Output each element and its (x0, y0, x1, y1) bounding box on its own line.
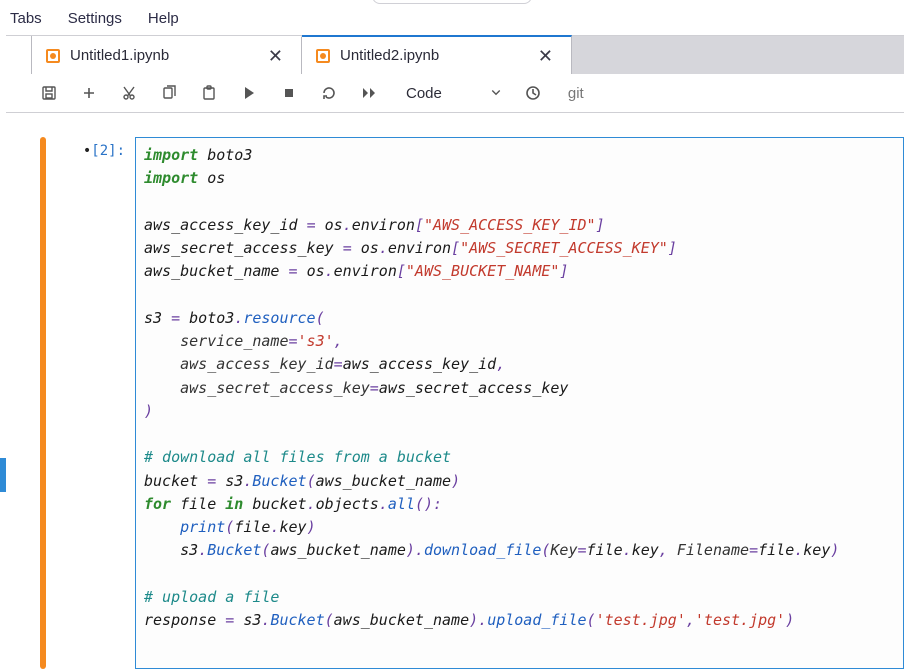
stop-button[interactable] (280, 84, 298, 102)
kernel-status-icon[interactable] (524, 84, 542, 102)
notebook-workspace: •[2]: import boto3 import os aws_access_… (6, 113, 904, 669)
run-button[interactable] (240, 84, 258, 102)
tab-untitled2[interactable]: Untitled2.ipynb ✕ (302, 35, 572, 74)
tab-untitled1[interactable]: Untitled1.ipynb ✕ (32, 36, 302, 74)
save-button[interactable] (40, 84, 58, 102)
editor-frame: Untitled1.ipynb ✕ Untitled2.ipynb ✕ (6, 35, 904, 669)
close-icon[interactable]: ✕ (534, 45, 557, 67)
git-label[interactable]: git (568, 85, 584, 102)
menu-settings[interactable]: Settings (68, 10, 122, 27)
celltype-label: Code (406, 85, 442, 102)
menu-help[interactable]: Help (148, 10, 179, 27)
notebook-icon (46, 49, 60, 63)
left-side-marker (0, 458, 6, 492)
tab-gutter (6, 36, 32, 74)
cut-button[interactable] (120, 84, 138, 102)
tab-title: Untitled1.ipynb (70, 47, 254, 64)
prompt-text: [2]: (91, 143, 125, 159)
cell-prompt: •[2]: (80, 137, 135, 669)
code-editor[interactable]: import boto3 import os aws_access_key_id… (135, 137, 904, 669)
chrome-dip (372, 0, 532, 4)
add-cell-button[interactable] (80, 84, 98, 102)
celltype-select[interactable]: Code (406, 85, 502, 102)
code-content[interactable]: import boto3 import os aws_access_key_id… (144, 144, 893, 632)
menu-tabs[interactable]: Tabs (10, 10, 42, 27)
tab-title: Untitled2.ipynb (340, 47, 524, 64)
cell-exec-marker (40, 137, 46, 669)
notebook-icon (316, 49, 330, 63)
menu-bar: Tabs Settings Help (0, 4, 904, 35)
code-cell[interactable]: •[2]: import boto3 import os aws_access_… (40, 137, 904, 669)
tab-strip: Untitled1.ipynb ✕ Untitled2.ipynb ✕ (6, 36, 904, 74)
restart-button[interactable] (320, 84, 338, 102)
copy-button[interactable] (160, 84, 178, 102)
paste-button[interactable] (200, 84, 218, 102)
close-icon[interactable]: ✕ (264, 45, 287, 67)
chevron-down-icon (490, 85, 502, 102)
run-all-button[interactable] (360, 84, 378, 102)
window-chrome (0, 0, 904, 4)
notebook-toolbar: Code git (6, 74, 904, 113)
